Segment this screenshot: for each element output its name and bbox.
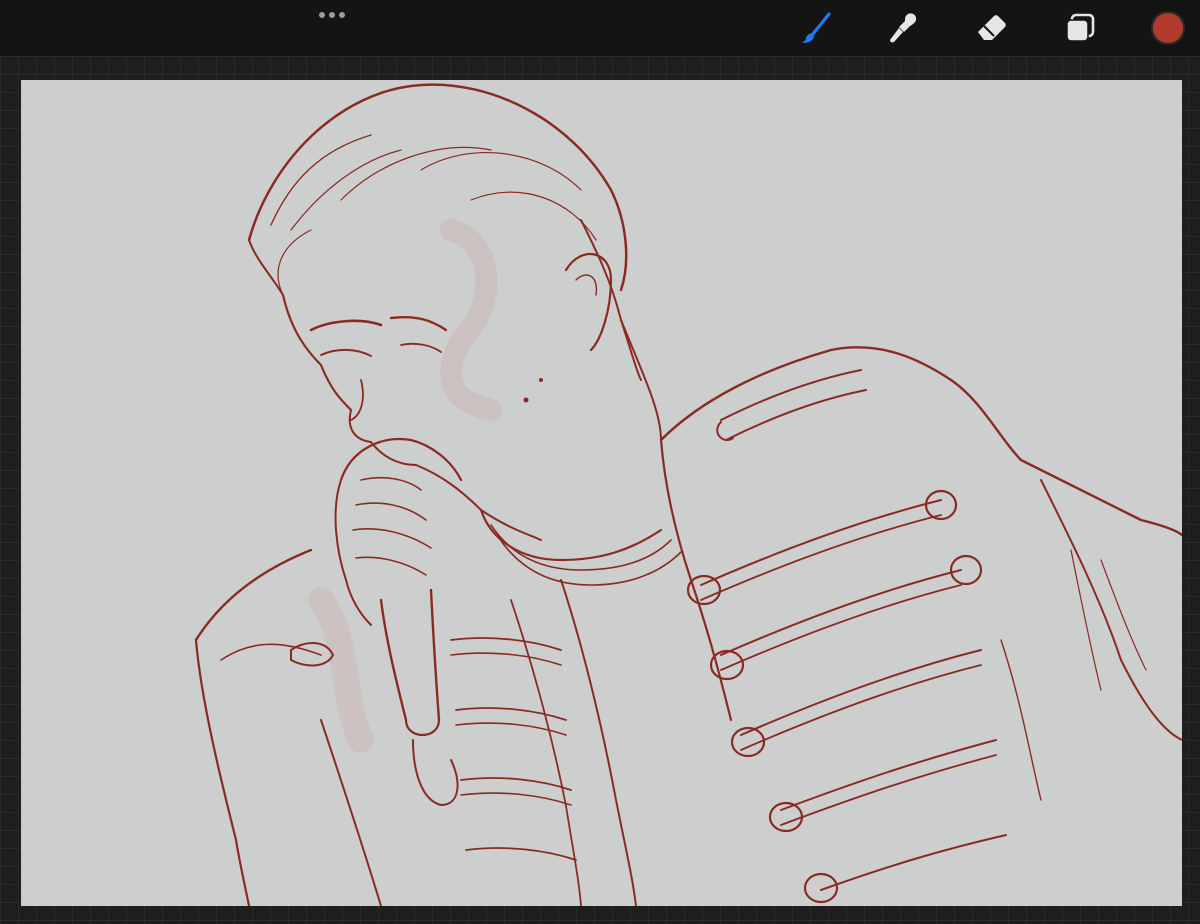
smudge-tool-button[interactable]	[882, 6, 926, 50]
line-art-sketch	[194, 83, 1182, 906]
smudge-icon	[890, 13, 917, 43]
brush-tool-button[interactable]	[794, 6, 838, 50]
top-toolbar	[0, 0, 1200, 56]
more-dot	[319, 12, 325, 18]
drawing-canvas[interactable]	[21, 80, 1182, 906]
more-dot	[329, 12, 335, 18]
layers-button[interactable]	[1058, 6, 1102, 50]
more-dot	[339, 12, 345, 18]
layers-icon	[1066, 13, 1095, 42]
brush-icon	[801, 12, 831, 43]
current-color-swatch[interactable]	[1151, 11, 1185, 45]
more-options-button[interactable]	[312, 4, 352, 26]
eraser-icon	[978, 15, 1006, 40]
eraser-tool-button[interactable]	[970, 6, 1014, 50]
